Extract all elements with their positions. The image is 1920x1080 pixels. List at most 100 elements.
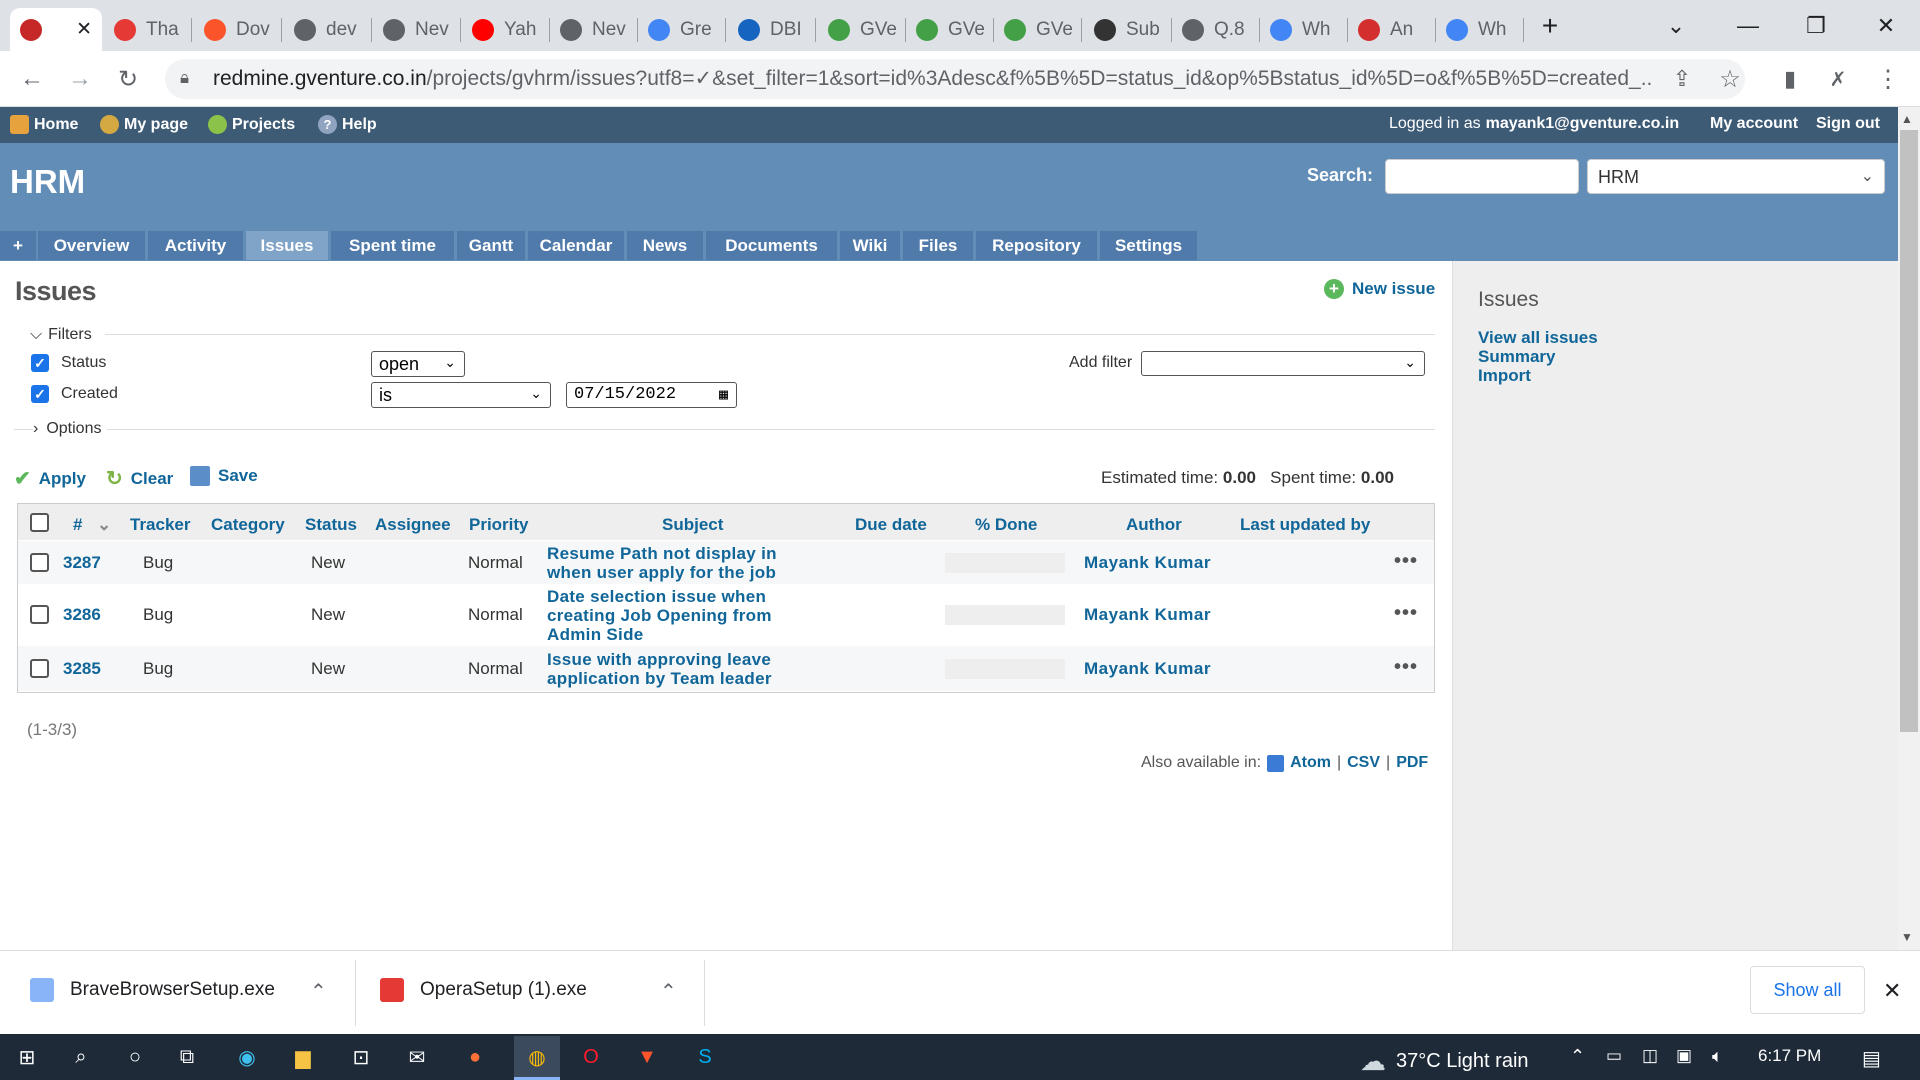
project-jump-select[interactable]: HRM ⌄ bbox=[1587, 159, 1885, 194]
opera-icon[interactable]: O bbox=[576, 1043, 606, 1071]
notification-icon[interactable]: ▤ bbox=[1862, 1046, 1881, 1071]
browser-tab[interactable]: Wh bbox=[1260, 8, 1348, 51]
tab-new-object[interactable]: + bbox=[0, 231, 36, 260]
bookmark-star-icon[interactable]: ☆ bbox=[1712, 62, 1748, 96]
reload-icon[interactable]: ↻ bbox=[110, 62, 146, 96]
tab-search-icon[interactable]: ⌄ bbox=[1656, 8, 1696, 44]
show-all-downloads-button[interactable]: Show all bbox=[1750, 966, 1865, 1014]
my-account-link[interactable]: My account bbox=[1710, 115, 1798, 133]
search-input[interactable] bbox=[1385, 159, 1579, 194]
extension-icon[interactable]: ✗ bbox=[1820, 62, 1856, 96]
meet-icon[interactable]: ◫ bbox=[1642, 1046, 1658, 1066]
browser-tab[interactable]: dev bbox=[284, 8, 372, 51]
sign-out-link[interactable]: Sign out bbox=[1816, 115, 1880, 133]
weather-widget[interactable]: ☁ 37°C Light rain bbox=[1360, 1046, 1529, 1077]
home-link[interactable]: Home bbox=[10, 115, 78, 134]
help-link[interactable]: ? Help bbox=[318, 115, 377, 134]
download-item[interactable]: BraveBrowserSetup.exe bbox=[30, 978, 275, 1002]
filters-toggle[interactable]: ⌵ Filters bbox=[30, 326, 92, 344]
add-filter-select[interactable]: ⌄ bbox=[1141, 351, 1425, 376]
import-link[interactable]: Import bbox=[1478, 366, 1531, 386]
url-text[interactable]: redmine.gventure.co.in/projects/gvhrm/is… bbox=[213, 66, 1653, 91]
new-tab-icon[interactable]: + bbox=[1530, 8, 1570, 44]
issue-author-link[interactable]: Mayank Kumar bbox=[1084, 553, 1211, 573]
volume-icon[interactable]: 🔈︎ bbox=[1712, 1046, 1723, 1067]
browser-tab[interactable]: Q.8 bbox=[1172, 8, 1260, 51]
summary-link[interactable]: Summary bbox=[1478, 347, 1555, 367]
column-header[interactable]: Last updated by bbox=[1240, 515, 1370, 535]
row-actions-icon[interactable]: ••• bbox=[1394, 656, 1418, 679]
edge-icon[interactable]: ◉ bbox=[232, 1043, 262, 1071]
tab-gantt[interactable]: Gantt bbox=[457, 231, 525, 260]
created-date-input[interactable]: 07/15/2022 ▦ bbox=[566, 382, 737, 408]
issue-author-link[interactable]: Mayank Kumar bbox=[1084, 659, 1211, 679]
select-all-checkbox[interactable] bbox=[30, 513, 49, 532]
firefox-icon[interactable]: ● bbox=[460, 1043, 490, 1071]
task-view-icon[interactable]: ⧉ bbox=[172, 1043, 202, 1071]
tab-settings[interactable]: Settings bbox=[1100, 231, 1197, 260]
my-page-link[interactable]: My page bbox=[100, 115, 188, 134]
column-header[interactable]: # bbox=[73, 515, 82, 535]
csv-link[interactable]: CSV bbox=[1347, 754, 1380, 772]
tab-news[interactable]: News bbox=[627, 231, 703, 260]
tab-repository[interactable]: Repository bbox=[976, 231, 1097, 260]
close-downloads-icon[interactable]: ✕ bbox=[1883, 978, 1901, 1004]
issue-subject-link[interactable]: Issue with approving leave application by… bbox=[547, 650, 772, 688]
row-actions-icon[interactable]: ••• bbox=[1394, 602, 1418, 625]
status-filter-checkbox[interactable]: ✓ bbox=[31, 354, 49, 372]
created-filter-checkbox[interactable]: ✓ bbox=[31, 385, 49, 403]
tab-spent-time[interactable]: Spent time bbox=[331, 231, 454, 260]
tab-documents[interactable]: Documents bbox=[706, 231, 837, 260]
search-icon[interactable]: ⌕ bbox=[66, 1043, 96, 1071]
cortana-icon[interactable]: ○ bbox=[120, 1043, 150, 1071]
apply-button[interactable]: ✔ Apply bbox=[14, 466, 86, 491]
tray-chevron-icon[interactable]: ⌃ bbox=[1570, 1046, 1585, 1067]
column-header[interactable]: Tracker bbox=[130, 515, 191, 535]
browser-tab[interactable]: DBI bbox=[728, 8, 816, 51]
scroll-up-icon[interactable]: ▲ bbox=[1901, 112, 1913, 126]
row-actions-icon[interactable]: ••• bbox=[1394, 550, 1418, 573]
options-toggle[interactable]: › Options bbox=[33, 420, 108, 438]
clear-button[interactable]: ↻ Clear bbox=[106, 466, 173, 491]
browser-tab[interactable]: An bbox=[1348, 8, 1436, 51]
browser-tab[interactable]: Yah bbox=[462, 8, 550, 51]
calendar-icon[interactable]: ▦ bbox=[719, 385, 728, 404]
forward-icon[interactable]: → bbox=[62, 62, 98, 96]
column-header[interactable]: Assignee bbox=[375, 515, 451, 535]
scroll-down-icon[interactable]: ▼ bbox=[1901, 930, 1913, 944]
restore-icon[interactable]: ❐ bbox=[1796, 8, 1836, 44]
browser-tab[interactable]: Wh bbox=[1436, 8, 1524, 51]
browser-tab[interactable]: Sub bbox=[1084, 8, 1172, 51]
pdf-link[interactable]: PDF bbox=[1396, 754, 1428, 772]
tab-files[interactable]: Files bbox=[903, 231, 973, 260]
browser-tab[interactable]: Nev bbox=[373, 8, 461, 51]
close-window-icon[interactable]: ✕ bbox=[1866, 8, 1906, 44]
brave-icon[interactable]: ▼ bbox=[632, 1043, 662, 1071]
store-icon[interactable]: ⊡ bbox=[346, 1043, 376, 1071]
share-icon[interactable]: ⇪ bbox=[1664, 62, 1700, 96]
close-tab-icon[interactable]: ✕ bbox=[76, 18, 92, 41]
menu-icon[interactable]: ⋮ bbox=[1870, 62, 1906, 96]
column-header[interactable]: Author bbox=[1126, 515, 1182, 535]
browser-tab[interactable]: GVe bbox=[818, 8, 906, 51]
status-filter-operator[interactable]: open ⌄ bbox=[371, 351, 465, 377]
issue-id-link[interactable]: 3286 bbox=[63, 605, 101, 625]
browser-tab[interactable]: Tha bbox=[104, 8, 192, 51]
new-issue-link[interactable]: + New issue bbox=[1324, 279, 1435, 299]
atom-link[interactable]: Atom bbox=[1290, 754, 1331, 772]
chevron-up-icon[interactable]: ⌃ bbox=[310, 979, 327, 1004]
issue-author-link[interactable]: Mayank Kumar bbox=[1084, 605, 1211, 625]
mail-icon[interactable]: ✉ bbox=[402, 1043, 432, 1071]
chrome-icon[interactable]: ◍ bbox=[522, 1043, 552, 1071]
logged-in-user[interactable]: mayank1@gventure.co.in bbox=[1486, 115, 1679, 133]
windows-start-icon[interactable]: ⊞ bbox=[12, 1043, 42, 1071]
minimize-icon[interactable]: — bbox=[1728, 8, 1768, 44]
browser-tab[interactable]: GVe bbox=[906, 8, 994, 51]
browser-tab[interactable]: Dov bbox=[194, 8, 282, 51]
browser-tab[interactable]: Nev bbox=[550, 8, 638, 51]
row-checkbox[interactable] bbox=[30, 658, 49, 678]
tab-wiki[interactable]: Wiki bbox=[840, 231, 900, 260]
browser-tab[interactable]: ✕ bbox=[10, 8, 102, 51]
browser-tab[interactable]: GVe bbox=[994, 8, 1082, 51]
column-header[interactable]: Status bbox=[305, 515, 357, 535]
